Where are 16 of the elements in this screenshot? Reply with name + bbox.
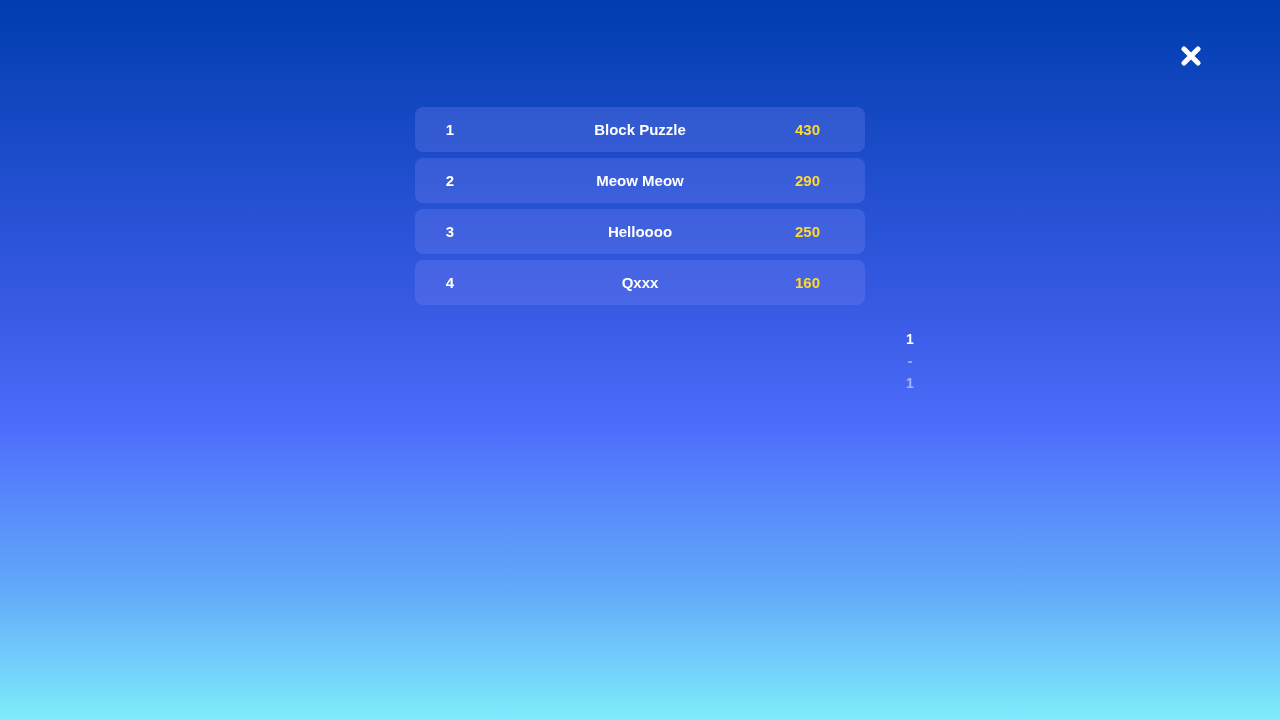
page-separator: - xyxy=(907,352,913,371)
rank-number: 2 xyxy=(444,172,456,189)
score-value: 160 xyxy=(795,274,822,291)
score-value: 290 xyxy=(795,172,822,189)
close-icon[interactable] xyxy=(1181,46,1201,66)
rank-number: 1 xyxy=(444,121,456,138)
player-name: Helloooo xyxy=(606,223,674,240)
player-name: Meow Meow xyxy=(595,172,685,189)
score-value: 430 xyxy=(795,121,822,138)
rank-number: 3 xyxy=(444,223,456,240)
player-name: Qxxx xyxy=(620,274,660,291)
rank-number: 4 xyxy=(444,274,456,291)
player-name: Block Puzzle xyxy=(593,121,687,138)
current-page: 1 xyxy=(906,330,914,349)
score-value: 250 xyxy=(795,223,822,240)
total-pages: 1 xyxy=(906,374,914,393)
